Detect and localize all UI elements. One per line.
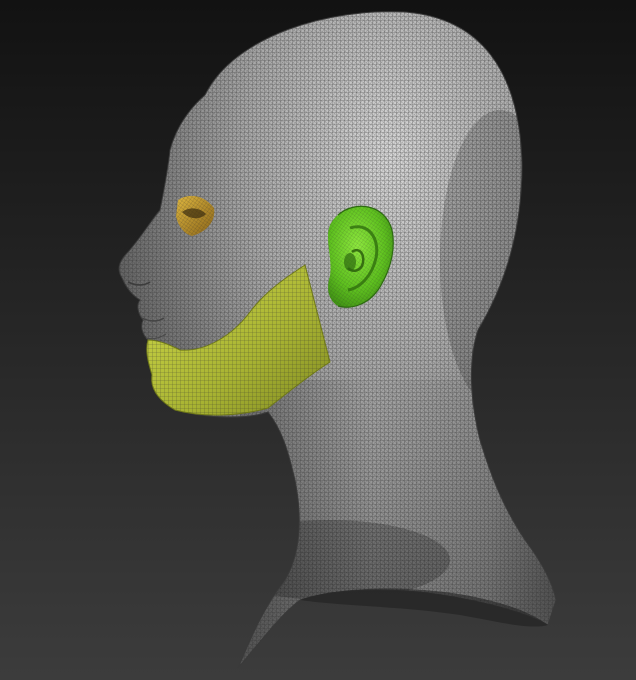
3d-viewport[interactable] [0, 0, 636, 680]
sculpt-canvas[interactable] [0, 0, 636, 680]
